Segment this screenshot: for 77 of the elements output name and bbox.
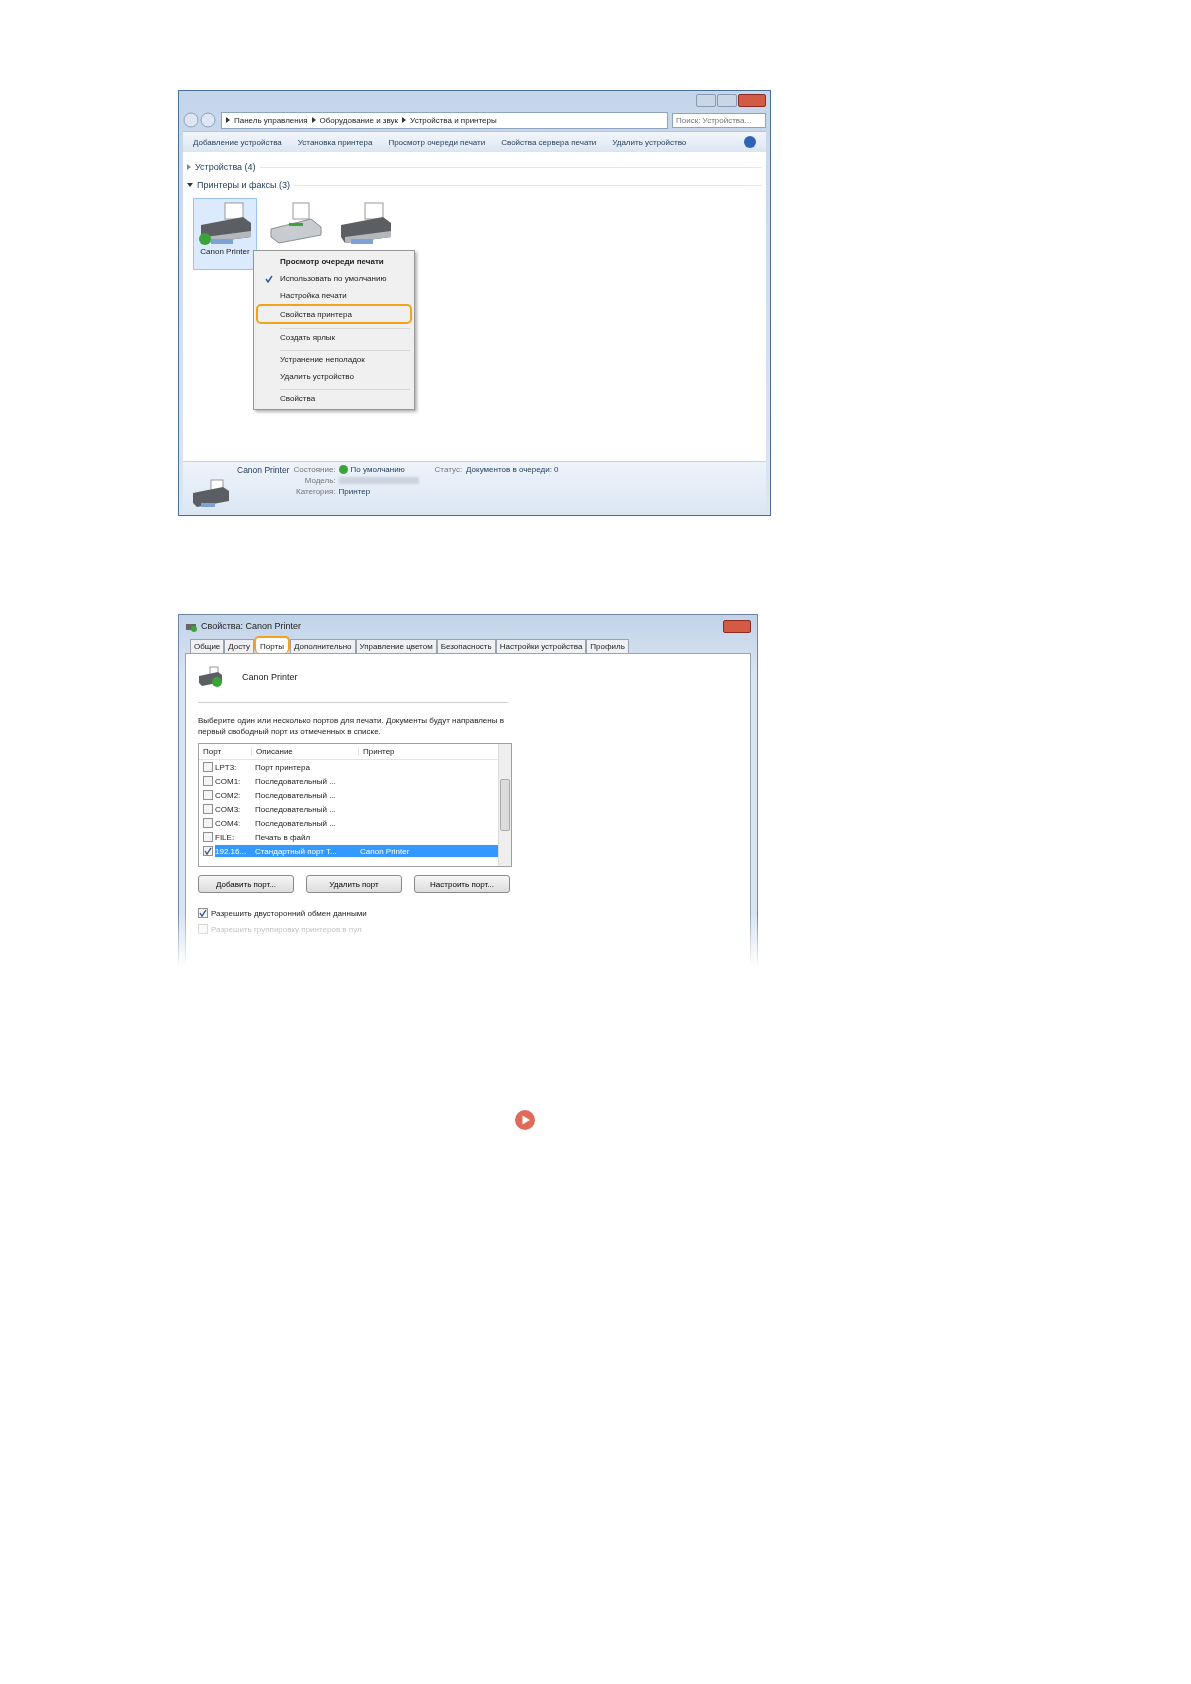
checkbox[interactable] xyxy=(198,908,208,918)
checkmark-icon xyxy=(265,274,273,283)
port-row[interactable]: LPT3: Порт принтера xyxy=(215,761,498,773)
printer-tile[interactable]: Canon Printer xyxy=(193,198,257,270)
printer-name: Canon Printer xyxy=(200,247,250,256)
tab[interactable]: Порты xyxy=(254,636,290,653)
checkbox[interactable] xyxy=(203,776,213,786)
port-row[interactable]: COM2: Последовательный ... xyxy=(215,789,498,801)
field-label: Статус: xyxy=(434,465,463,474)
tab[interactable]: Дополнительно xyxy=(289,639,356,653)
fax-icon xyxy=(267,201,323,247)
toolbar-button[interactable]: Просмотр очереди печати xyxy=(388,137,486,147)
checkbox[interactable] xyxy=(203,832,213,842)
chevron-icon xyxy=(311,117,316,123)
expand-arrow-icon[interactable] xyxy=(187,183,193,187)
field-label: Состояние: xyxy=(293,465,336,474)
dialog-button[interactable]: Добавить порт... xyxy=(198,875,294,893)
checkbox[interactable] xyxy=(203,846,213,856)
close-button[interactable] xyxy=(738,93,766,107)
column-header[interactable]: Описание xyxy=(251,747,358,756)
port-row[interactable]: COM4: Последовательный ... xyxy=(215,817,498,829)
search-field[interactable]: Поиск: Устройства... xyxy=(672,112,766,128)
field-label: Модель: xyxy=(303,476,336,485)
group-header[interactable]: Принтеры и факсы (3) xyxy=(197,180,290,190)
toolbar-button[interactable]: Добавление устройства xyxy=(193,137,282,147)
breadcrumb-item[interactable]: Панель управления xyxy=(234,115,308,125)
group-header[interactable]: Устройства (4) xyxy=(195,162,256,172)
menu-item[interactable]: Использовать по умолчанию xyxy=(256,270,412,287)
back-forward-icon[interactable] xyxy=(183,112,217,128)
chevron-icon xyxy=(226,117,230,123)
toolbar-button[interactable]: Установка принтера xyxy=(297,137,373,147)
tab[interactable]: Общие xyxy=(190,639,225,653)
ok-icon xyxy=(338,465,348,474)
printer-icon xyxy=(197,201,253,247)
minimize-button[interactable] xyxy=(696,93,716,107)
menu-item[interactable]: Настройка печати xyxy=(256,287,412,304)
address-bar[interactable]: Панель управления Оборудование и звук Устройства и принтеры xyxy=(221,111,668,129)
tab[interactable]: Безопасность xyxy=(436,639,496,653)
column-header[interactable]: Порт xyxy=(203,747,251,756)
toolbar-button[interactable]: Удалить устройство xyxy=(612,137,687,147)
column-header[interactable]: Принтер xyxy=(358,747,395,756)
description-text: Выберите один или несколько портов для печати. Документы будут направлены в первый свободный порт из отмеченных в списке. xyxy=(198,715,505,737)
printer-name: Canon Printer xyxy=(242,672,298,682)
checkbox[interactable] xyxy=(203,804,213,814)
toolbar-button[interactable]: Свойства сервера печати xyxy=(501,137,597,147)
port-row[interactable]: COM3: Последовательный ... xyxy=(215,803,498,815)
close-button[interactable] xyxy=(723,619,751,633)
checkbox[interactable] xyxy=(203,818,213,828)
checkbox[interactable] xyxy=(203,762,213,772)
checkbox[interactable] xyxy=(203,790,213,800)
field-value: По умолчанию xyxy=(350,465,405,474)
field-label: Категория: xyxy=(294,487,336,496)
maximize-button[interactable] xyxy=(717,93,737,107)
device-name: Canon Printer xyxy=(237,465,290,475)
printer-icon xyxy=(191,479,231,509)
menu-item[interactable]: Удалить устройство xyxy=(256,368,412,385)
dialog-button[interactable]: Удалить порт xyxy=(306,875,402,893)
menu-item[interactable]: Просмотр очереди печати xyxy=(256,253,412,270)
window-title: Свойства: Canon Printer xyxy=(201,621,302,631)
printer-icon xyxy=(198,666,224,688)
chevron-icon xyxy=(402,117,407,123)
breadcrumb-item[interactable]: Устройства и принтеры xyxy=(410,115,497,125)
breadcrumb-item[interactable]: Оборудование и звук xyxy=(319,115,399,125)
checkbox-label: Разрешить двусторонний обмен данными xyxy=(211,908,367,918)
tab[interactable]: Настройки устройства xyxy=(495,639,587,653)
field-value: Документов в очереди: 0 xyxy=(466,465,559,474)
tab[interactable]: Досту xyxy=(224,639,255,653)
play-icon[interactable] xyxy=(515,1110,535,1130)
scrollbar[interactable] xyxy=(498,744,511,866)
port-row[interactable]: COM1: Последовательный ... xyxy=(215,775,498,787)
help-icon[interactable] xyxy=(744,136,756,148)
menu-item[interactable]: Свойства принтера xyxy=(256,304,412,324)
field-value: Принтер xyxy=(338,487,372,496)
tab[interactable]: Управление цветом xyxy=(355,639,437,653)
port-row[interactable]: FILE: Печать в файл xyxy=(215,831,498,843)
dialog-button[interactable]: Настроить порт... xyxy=(414,875,510,893)
tab[interactable]: Профиль xyxy=(586,639,629,653)
